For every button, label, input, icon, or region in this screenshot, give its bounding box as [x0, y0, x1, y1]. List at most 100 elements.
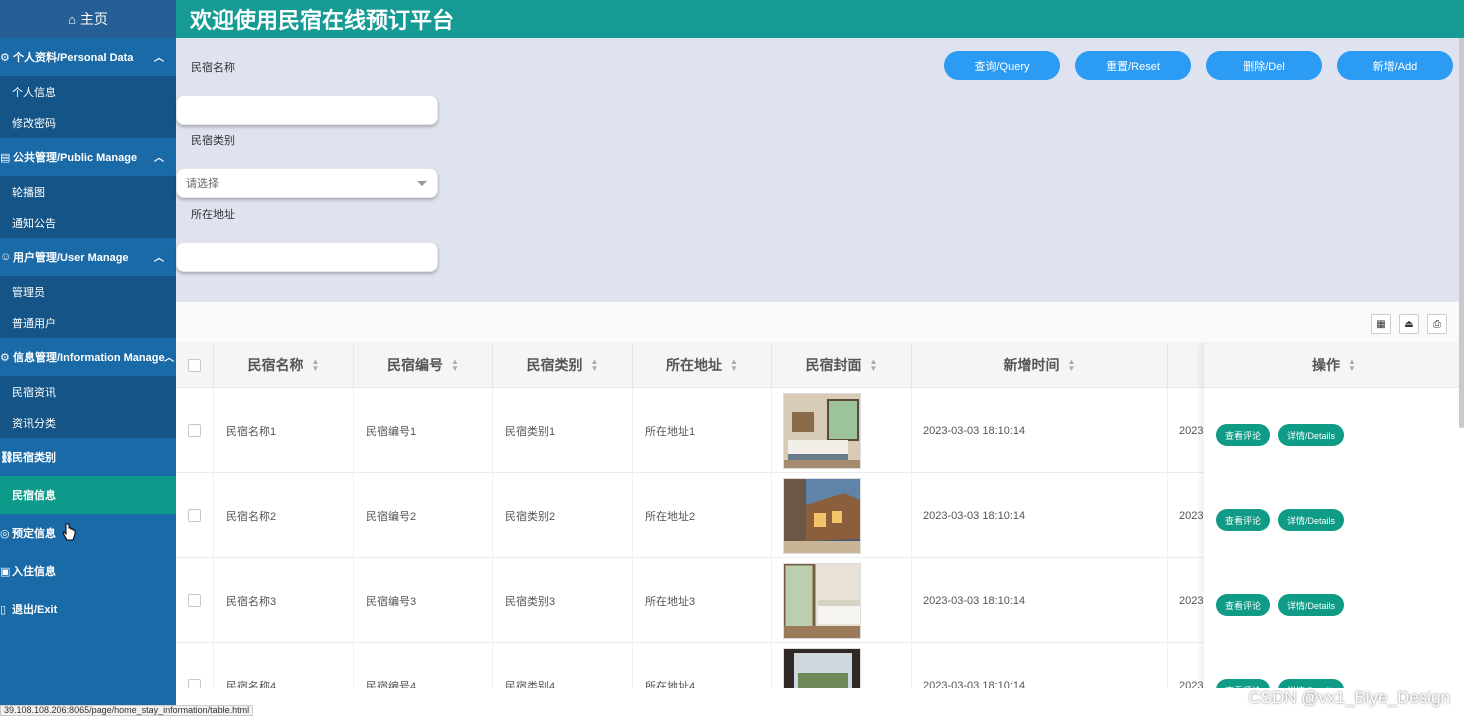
page-scrollbar[interactable] — [1459, 38, 1464, 428]
row-checkbox-cell — [176, 643, 214, 688]
link-icon: ⛓ — [0, 451, 14, 464]
view-reviews-button[interactable]: 查看评论 — [1216, 509, 1270, 531]
chevron-up-icon: ︿ — [154, 53, 164, 64]
name-cell: 民宿名称1 — [214, 388, 354, 473]
watermark: CSDN @vx1_Biye_Design — [1248, 688, 1450, 707]
column-header-label: 新增时间 — [1003, 357, 1060, 373]
sidebar: ⌂ 主页 ⚙ 个人资料/Personal Data ︿ 个人信息 修改密码 ▤ … — [0, 0, 176, 716]
sidebar-item-homestay-info[interactable]: 民宿信息 — [0, 476, 176, 514]
sidebar-item-admins[interactable]: 管理员 — [0, 276, 176, 307]
sidebar-item-exit[interactable]: ▯ 退出/Exit — [0, 590, 176, 628]
sidebar-item-news-category[interactable]: 资讯分类 — [0, 407, 176, 438]
sidebar-item-personal-info[interactable]: 个人信息 — [0, 76, 176, 107]
sidebar-group-label: 用户管理/User Manage — [13, 252, 129, 264]
address-input[interactable] — [176, 242, 438, 272]
select-all-checkbox[interactable] — [188, 358, 201, 372]
sort-icon: ▲ ▼ — [1067, 357, 1076, 373]
column-header[interactable]: 所在地址 ▲ ▼ — [633, 342, 772, 388]
delete-button[interactable]: 删除/Del — [1206, 51, 1322, 80]
sidebar-group-public[interactable]: ▤ 公共管理/Public Manage ︿ — [0, 138, 176, 176]
export-icon[interactable]: ⏏ — [1399, 314, 1419, 334]
cover-cell — [772, 473, 912, 558]
row-checkbox[interactable] — [188, 679, 201, 688]
sidebar-group-users[interactable]: ☺ 用户管理/User Manage ︿ — [0, 238, 176, 276]
column-header-label: 民宿编号 — [387, 357, 444, 373]
column-header-label: 民宿封面 — [805, 357, 862, 373]
view-reviews-button[interactable]: 查看评论 — [1216, 679, 1270, 688]
address-cell: 所在地址4 — [633, 643, 772, 688]
column-header[interactable]: 民宿封面 ▲ ▼ — [772, 342, 912, 388]
view-reviews-button[interactable]: 查看评论 — [1216, 424, 1270, 446]
column-header[interactable]: 民宿编号 ▲ ▼ — [354, 342, 493, 388]
columns-icon[interactable]: ▦ — [1371, 314, 1391, 334]
sidebar-item-checkin[interactable]: ▣ 入住信息 — [0, 552, 176, 590]
details-button[interactable]: 详情/Details — [1278, 509, 1344, 531]
column-header-label: 操作 — [1312, 356, 1341, 373]
address-cell: 所在地址1 — [633, 388, 772, 473]
exit-icon: ▯ — [0, 603, 7, 616]
gear-icon: ⚙ — [0, 351, 10, 364]
details-button[interactable]: 详情/Details — [1278, 594, 1344, 616]
sidebar-home-label: 主页 — [79, 11, 108, 27]
sidebar-item-notices[interactable]: 通知公告 — [0, 207, 176, 238]
sort-icon: ▲ ▼ — [1348, 356, 1356, 373]
print-icon[interactable]: ⎙ — [1427, 314, 1447, 334]
extra-cell: 2023- — [1168, 388, 1208, 473]
chevron-up-icon: ︿ — [154, 153, 164, 164]
sort-icon: ▲ ▼ — [590, 357, 599, 373]
sidebar-group-personal[interactable]: ⚙ 个人资料/Personal Data ︿ — [0, 38, 176, 76]
column-header[interactable]: 民宿类别 ▲ ▼ — [493, 342, 633, 388]
extra-cell: 2023- — [1168, 473, 1208, 558]
status-bar-url: 39.108.108.206:8065/page/home_stay_infor… — [0, 705, 254, 716]
name-label: 民宿名称 — [191, 62, 235, 74]
details-button[interactable]: 详情/Details — [1278, 424, 1344, 446]
sidebar-item-carousel[interactable]: 轮播图 — [0, 176, 176, 207]
type-select-placeholder: 请选择 — [186, 178, 219, 190]
column-header[interactable]: 民宿名称 ▲ ▼ — [214, 342, 354, 388]
type-cell: 民宿类别4 — [493, 643, 633, 688]
cover-cell — [772, 643, 912, 688]
row-checkbox-cell — [176, 473, 214, 558]
sort-icon: ▲ ▼ — [451, 357, 459, 373]
header-checkbox-cell — [176, 342, 214, 388]
sidebar-home[interactable]: ⌂ 主页 — [0, 0, 176, 38]
cover-image[interactable] — [783, 647, 861, 688]
sidebar-item-homestay-type[interactable]: ⛓ 民宿类别 — [0, 438, 176, 476]
name-cell: 民宿名称4 — [214, 643, 354, 688]
sidebar-group-label: 信息管理/Information Manage — [13, 352, 165, 364]
chevron-down-icon — [417, 181, 427, 186]
users-icon: ☺ — [0, 251, 12, 263]
home-icon: ⌂ — [68, 11, 76, 27]
table-toolbar: ▦ ⏏ ⎙ — [176, 302, 1464, 342]
column-header[interactable]: 新增时间 ▲ ▼ — [912, 342, 1168, 388]
cover-image[interactable] — [783, 477, 861, 554]
column-header-operations: 操作 ▲ ▼ — [1204, 342, 1464, 388]
created-cell: 2023-03-03 18:10:14 — [912, 388, 1168, 473]
view-reviews-button[interactable]: 查看评论 — [1216, 594, 1270, 616]
sidebar-item-normal-users[interactable]: 普通用户 — [0, 307, 176, 338]
hand-cursor-icon — [62, 523, 76, 541]
code-cell: 民宿编号1 — [354, 388, 493, 473]
row-checkbox[interactable] — [188, 509, 201, 522]
code-cell: 民宿编号4 — [354, 643, 493, 688]
cover-image[interactable] — [783, 562, 861, 639]
query-button[interactable]: 查询/Query — [944, 51, 1060, 80]
sidebar-item-change-password[interactable]: 修改密码 — [0, 107, 176, 138]
sidebar-item-booking[interactable]: ◎ 预定信息 — [0, 514, 176, 552]
sidebar-group-label: 公共管理/Public Manage — [13, 152, 138, 164]
type-cell: 民宿类别3 — [493, 558, 633, 643]
row-checkbox[interactable] — [188, 594, 201, 607]
sidebar-item-news[interactable]: 民宿资讯 — [0, 376, 176, 407]
name-input[interactable] — [176, 95, 438, 125]
type-select[interactable]: 请选择 — [176, 168, 438, 198]
sidebar-group-information[interactable]: ⚙ 信息管理/Information Manage ︿ — [0, 338, 176, 376]
row-checkbox[interactable] — [188, 424, 201, 437]
add-button[interactable]: 新增/Add — [1337, 51, 1453, 80]
reset-button[interactable]: 重置/Reset — [1075, 51, 1191, 80]
extra-cell: 2023- — [1168, 558, 1208, 643]
details-button[interactable]: 详情/Details — [1278, 679, 1344, 688]
column-header-label: 民宿名称 — [247, 357, 304, 373]
cover-image[interactable] — [783, 392, 861, 469]
row-checkbox-cell — [176, 558, 214, 643]
data-table: 民宿名称 ▲ ▼ 民宿编号 ▲ ▼ 民宿类别 ▲ ▼ 所在地址 ▲ ▼ 民宿封面 ▲ ▼ 新增时间 ▲… — [176, 342, 1464, 688]
